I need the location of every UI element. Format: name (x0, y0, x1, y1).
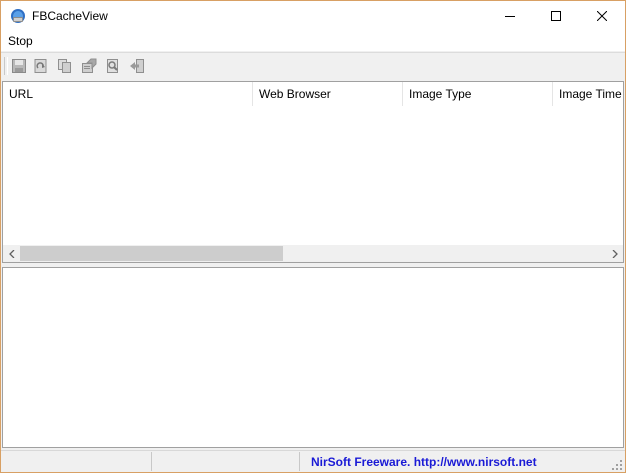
column-header-url[interactable]: URL (3, 82, 253, 106)
copy-button[interactable] (55, 56, 75, 76)
properties-icon (82, 58, 97, 73)
refresh-icon (34, 59, 47, 73)
menu-item-stop[interactable]: Stop (1, 31, 40, 51)
status-bar: NirSoft Freeware. http://www.nirsoft.net (1, 450, 625, 472)
status-panel-1 (1, 452, 151, 471)
fbcacheview-app-icon (10, 8, 26, 24)
toolbar (1, 52, 625, 80)
minimize-button[interactable] (487, 1, 533, 31)
column-header-web-browser[interactable]: Web Browser (253, 82, 403, 106)
maximize-icon (551, 11, 561, 21)
scrollbar-thumb[interactable] (20, 246, 283, 261)
find-button[interactable] (103, 56, 123, 76)
minimize-icon (505, 16, 515, 17)
resize-grip-icon[interactable] (612, 460, 623, 471)
chevron-right-icon (612, 249, 618, 258)
status-panel-2 (151, 452, 300, 471)
title-bar[interactable]: FBCacheView (1, 1, 625, 31)
save-button[interactable] (9, 56, 29, 76)
scroll-right-button[interactable] (606, 245, 623, 262)
maximize-button[interactable] (533, 1, 579, 31)
close-button[interactable] (579, 1, 625, 31)
menu-bar: Stop (1, 31, 625, 51)
list-header: URL Web Browser Image Type Image Time (3, 82, 623, 106)
nirsoft-link[interactable]: NirSoft Freeware. http://www.nirsoft.net (311, 455, 537, 469)
column-header-image-type[interactable]: Image Type (403, 82, 553, 106)
window-title: FBCacheView (32, 9, 108, 23)
copy-icon (58, 59, 71, 73)
refresh-button[interactable] (31, 56, 51, 76)
save-icon (12, 59, 26, 73)
chevron-left-icon (8, 249, 14, 258)
application-window: FBCacheView Stop URL Web Browser Image T… (0, 0, 626, 473)
details-pane[interactable] (2, 267, 624, 448)
find-icon (107, 59, 118, 73)
horizontal-scrollbar[interactable] (3, 245, 623, 262)
cache-list-view[interactable]: URL Web Browser Image Type Image Time (2, 81, 624, 263)
scroll-left-button[interactable] (3, 245, 20, 262)
exit-button[interactable] (127, 56, 147, 76)
column-header-image-time[interactable]: Image Time (553, 82, 623, 106)
properties-button[interactable] (79, 56, 99, 76)
exit-icon (130, 59, 144, 73)
close-icon (597, 11, 607, 21)
toolbar-grip (4, 57, 8, 75)
